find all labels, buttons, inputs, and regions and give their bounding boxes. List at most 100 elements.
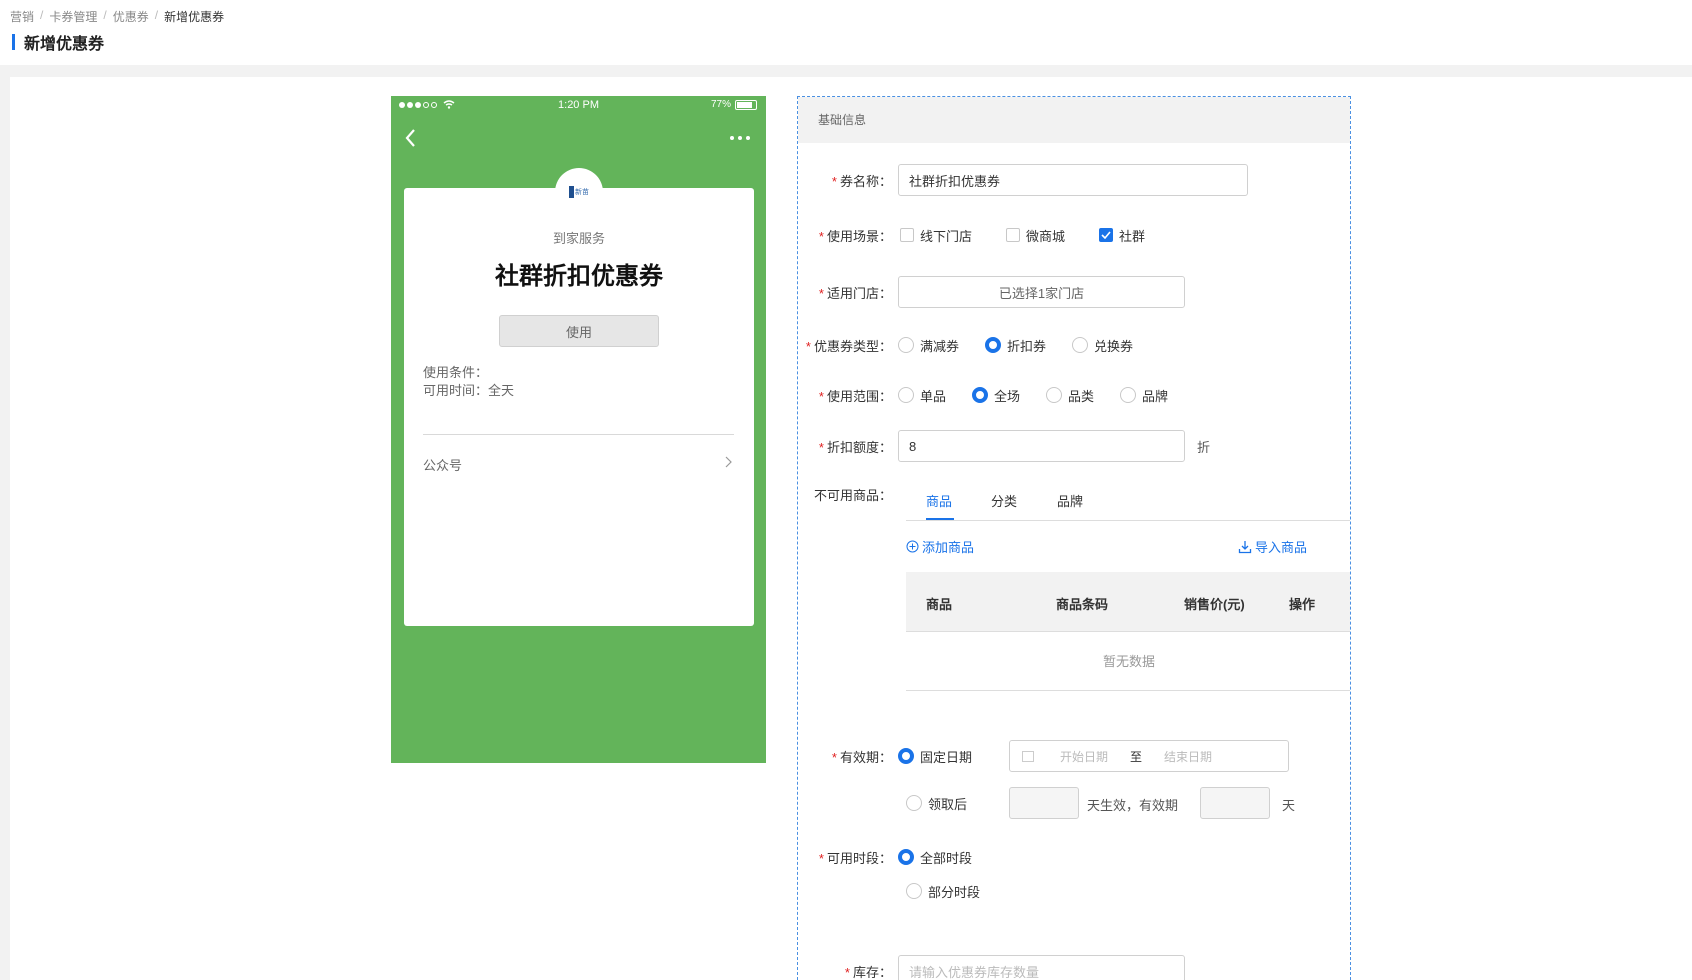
scene-row: * 使用场景： 线下门店 微商城 社群 <box>798 219 1171 251</box>
checkbox-icon[interactable] <box>900 228 914 242</box>
discount-unit: 折 <box>1197 439 1211 455</box>
scope-all-radio[interactable]: 全场 <box>972 386 1020 405</box>
title-accent-bar <box>12 34 15 50</box>
breadcrumb-separator: / <box>154 8 159 22</box>
period-label: * 可用时段： <box>818 850 892 866</box>
calendar-icon <box>1022 750 1034 762</box>
period-partial-radio[interactable]: 部分时段 <box>906 882 980 901</box>
type-discount-radio[interactable]: 折扣券 <box>985 336 1046 355</box>
radio-icon[interactable] <box>1046 387 1063 403</box>
excluded-goods-tabs: 商品 分类 品牌 <box>906 477 1350 521</box>
radio-icon[interactable] <box>898 337 914 353</box>
period-all-radio[interactable]: 全部时段 <box>898 848 972 867</box>
breadcrumb-item-coupons[interactable]: 优惠券 <box>113 8 149 25</box>
discount-row: * 折扣额度： 8 折 <box>798 430 1210 462</box>
radio-icon[interactable] <box>898 387 914 403</box>
logo-text: 新苗 <box>575 189 589 196</box>
breadcrumb-item-current: 新增优惠券 <box>164 10 225 24</box>
store-select-button[interactable]: 已选择1家门店 <box>898 276 1185 308</box>
checkbox-checked-icon[interactable] <box>1099 228 1114 242</box>
header-divider-band <box>0 65 1692 77</box>
scope-brand-radio[interactable]: 品牌 <box>1120 386 1168 405</box>
breadcrumb-separator: / <box>103 8 107 22</box>
merchant-logo: 新苗 <box>555 168 603 216</box>
scene-offline-checkbox[interactable]: 线下门店 <box>900 226 972 245</box>
card-divider <box>423 434 734 435</box>
add-goods-link[interactable]: 添加商品 <box>906 537 974 556</box>
scene-mall-checkbox[interactable]: 微商城 <box>1006 226 1065 245</box>
back-arrow-icon[interactable] <box>403 128 419 148</box>
discount-input[interactable]: 8 <box>898 430 1185 462</box>
radio-icon[interactable] <box>1072 337 1089 353</box>
discount-label: * 折扣额度： <box>818 439 892 455</box>
breadcrumb-item-card-management[interactable]: 卡券管理 <box>49 8 97 25</box>
breadcrumb: 营销 / 卡券管理 / 优惠券 / 新增优惠券 <box>10 8 224 25</box>
coupon-card: 到家服务 社群折扣优惠券 使用 使用条件： 可用时间：全天 公众号 <box>404 188 754 626</box>
validity-fixed-radio[interactable]: 固定日期 <box>898 747 972 766</box>
scope-single-radio[interactable]: 单品 <box>898 386 946 405</box>
status-time: 1:20 PM <box>558 99 599 111</box>
section-title: 基础信息 <box>798 97 1350 143</box>
end-date-input[interactable]: 结束日期 <box>1164 748 1212 765</box>
name-row: * 券名称： 社群折扣优惠券 <box>798 164 1248 196</box>
start-date-input[interactable]: 开始日期 <box>1060 748 1108 765</box>
tab-category[interactable]: 分类 <box>991 491 1017 510</box>
radio-icon[interactable] <box>906 795 922 811</box>
radio-checked-icon[interactable] <box>985 337 1002 353</box>
stock-input[interactable]: 请输入优惠券库存数量 <box>898 955 1185 980</box>
store-row: * 适用门店： 已选择1家门店 <box>798 276 1185 308</box>
validity-row: * 有效期： 固定日期 <box>798 740 998 772</box>
chevron-right-icon[interactable] <box>724 455 734 469</box>
name-label: * 券名称： <box>831 173 892 189</box>
battery-icon <box>735 99 757 110</box>
available-time: 可用时间：全天 <box>423 383 515 398</box>
validity-after-radio[interactable]: 领取后 <box>906 794 967 813</box>
page-title-text: 新增优惠券 <box>24 36 105 53</box>
scope-label: * 使用范围： <box>818 388 892 404</box>
plus-circle-icon <box>906 540 919 553</box>
validity-label: * 有效期： <box>831 749 892 765</box>
stock-row: * 库存： 请输入优惠券库存数量 <box>798 955 1185 980</box>
radio-checked-icon[interactable] <box>972 387 989 403</box>
radio-icon[interactable] <box>1120 387 1137 403</box>
download-icon <box>1238 540 1252 553</box>
import-goods-link[interactable]: 导入商品 <box>1238 537 1307 556</box>
valid-days-input[interactable] <box>1200 787 1270 819</box>
column-header-price: 销售价(元) <box>1184 597 1245 612</box>
radio-icon[interactable] <box>906 883 922 899</box>
stock-label: * 库存： <box>844 964 892 980</box>
breadcrumb-separator: / <box>40 8 44 22</box>
use-button[interactable]: 使用 <box>499 315 659 347</box>
checkbox-icon[interactable] <box>1006 228 1021 242</box>
merchant-name: 到家服务 <box>552 231 605 246</box>
type-full-reduction-radio[interactable]: 满减券 <box>898 336 959 355</box>
effective-days-text: 天生效，有效期 <box>1087 798 1179 813</box>
radio-checked-icon[interactable] <box>898 849 914 865</box>
breadcrumb-item-marketing[interactable]: 营销 <box>10 8 34 25</box>
effective-days-input[interactable] <box>1009 787 1079 819</box>
coupon-name-input[interactable]: 社群折扣优惠券 <box>898 164 1248 196</box>
radio-checked-icon[interactable] <box>898 748 914 764</box>
excluded-goods-label: 不可用商品： <box>813 488 892 503</box>
validity-after-row: 领取后 <box>906 787 967 819</box>
date-range-picker[interactable]: 开始日期 至 结束日期 <box>1009 740 1289 772</box>
type-exchange-radio[interactable]: 兑换券 <box>1072 336 1133 355</box>
valid-days-unit: 天 <box>1282 798 1296 813</box>
official-account-label[interactable]: 公众号 <box>423 455 462 474</box>
page-title: 新增优惠券 <box>12 32 105 53</box>
scene-community-checkbox[interactable]: 社群 <box>1099 226 1145 245</box>
logo-icon: 新苗 <box>569 186 589 198</box>
phone-status-bar: 1:20 PM 77% <box>391 96 766 116</box>
usage-conditions: 使用条件： <box>423 365 489 380</box>
column-header-goods: 商品 <box>926 597 953 612</box>
scope-category-radio[interactable]: 品类 <box>1046 386 1094 405</box>
active-tab-indicator <box>926 518 954 520</box>
more-dots-icon[interactable] <box>730 136 750 140</box>
coupon-name-preview: 社群折扣优惠券 <box>495 263 663 290</box>
period-row: * 可用时段： 全部时段 <box>798 841 998 873</box>
coupon-type-row: * 优惠券类型： 满减券 折扣券 兑换券 <box>798 329 1159 361</box>
tab-goods[interactable]: 商品 <box>926 491 952 510</box>
coupon-type-label: * 优惠券类型： <box>805 338 892 354</box>
form-panel: 基础信息 * 券名称： 社群折扣优惠券 * 使用场景： 线下门店 微商城 社群 * 适… <box>797 96 1351 980</box>
tab-brand[interactable]: 品牌 <box>1057 491 1083 510</box>
